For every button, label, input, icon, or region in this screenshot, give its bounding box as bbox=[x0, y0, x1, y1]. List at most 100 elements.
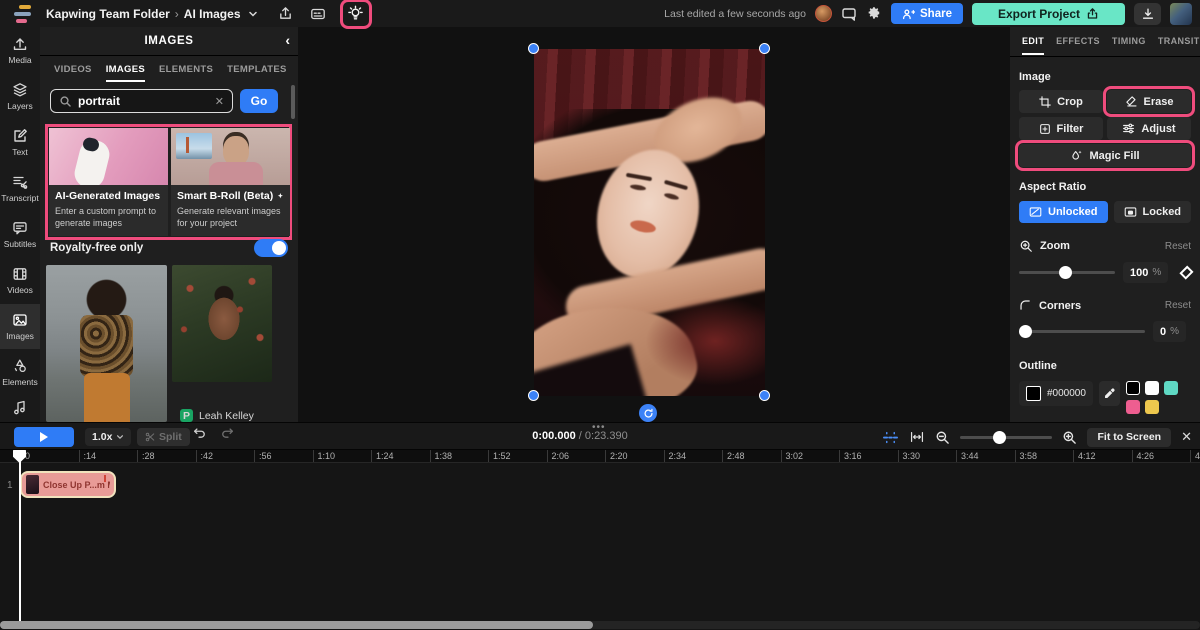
playback-speed-dropdown[interactable]: 1.0x bbox=[85, 428, 131, 446]
rotate-handle[interactable] bbox=[639, 404, 657, 422]
image-attribution: P Leah Kelley bbox=[180, 409, 254, 422]
magic-fill-button[interactable]: Magic Fill bbox=[1019, 144, 1191, 167]
clear-search-icon[interactable]: ✕ bbox=[215, 95, 224, 108]
comment-icon[interactable] bbox=[841, 6, 857, 22]
fit-to-screen-button[interactable]: Fit to Screen bbox=[1087, 428, 1171, 447]
timeline-zoom-knob[interactable] bbox=[993, 431, 1006, 444]
zoom-slider-knob[interactable] bbox=[1059, 266, 1072, 279]
captions-icon[interactable] bbox=[306, 3, 330, 25]
zoom-reset[interactable]: Reset bbox=[1165, 241, 1191, 252]
color-swatch[interactable] bbox=[1164, 381, 1178, 395]
sidebar-item-layers[interactable]: Layers bbox=[0, 74, 40, 119]
timeline-zoom-slider[interactable] bbox=[960, 436, 1052, 439]
user-avatar[interactable] bbox=[1170, 3, 1192, 25]
transcript-icon bbox=[12, 174, 28, 190]
crop-button[interactable]: Crop bbox=[1019, 90, 1103, 113]
settings-gear-icon[interactable] bbox=[866, 6, 882, 22]
erase-button[interactable]: Erase bbox=[1107, 90, 1191, 113]
sidebar-item-subtitles[interactable]: Subtitles bbox=[0, 212, 40, 257]
color-swatch[interactable] bbox=[1145, 381, 1159, 395]
selection-handle-top-left[interactable] bbox=[528, 43, 539, 54]
snapping-icon[interactable] bbox=[882, 430, 899, 445]
eyedropper-icon[interactable] bbox=[1099, 381, 1120, 406]
sidebar-item-images[interactable]: Images bbox=[0, 304, 40, 349]
breadcrumb-project[interactable]: AI Images bbox=[184, 7, 241, 21]
search-box[interactable]: ✕ bbox=[50, 89, 233, 113]
top-bar: Kapwing Team Folder › AI Images Last edi… bbox=[0, 0, 1200, 27]
export-project-button[interactable]: Export Project bbox=[972, 3, 1125, 25]
collapse-panel-icon[interactable]: ‹ bbox=[285, 32, 290, 48]
canvas-image[interactable] bbox=[534, 49, 765, 396]
tab-templates[interactable]: TEMPLATES bbox=[227, 58, 287, 82]
tab-effects[interactable]: EFFECTS bbox=[1056, 28, 1100, 55]
zoom-in-icon[interactable] bbox=[1062, 430, 1077, 445]
royalty-free-toggle[interactable] bbox=[254, 239, 288, 257]
share-button[interactable]: Share bbox=[891, 3, 963, 24]
smart-broll-card[interactable]: Smart B-Roll (Beta) Generate relevant im… bbox=[171, 128, 290, 236]
panel-scrollbar[interactable] bbox=[291, 85, 295, 119]
selection-handle-bottom-left[interactable] bbox=[528, 390, 539, 401]
diamond-icon[interactable] bbox=[1180, 266, 1194, 280]
selection-handle-top-right[interactable] bbox=[759, 43, 770, 54]
corners-slider[interactable] bbox=[1019, 330, 1145, 333]
undo-button[interactable] bbox=[192, 426, 207, 440]
lightbulb-icon[interactable] bbox=[344, 3, 368, 25]
pexels-badge: P bbox=[180, 409, 193, 422]
color-swatch[interactable] bbox=[1145, 400, 1159, 414]
outline-color-picker[interactable]: #000000 bbox=[1019, 381, 1093, 406]
zoom-unit: % bbox=[1152, 267, 1161, 278]
locked-button[interactable]: Locked bbox=[1114, 201, 1192, 223]
close-timeline-icon[interactable]: ✕ bbox=[1181, 429, 1192, 445]
sidebar-item-transcript[interactable]: Transcript bbox=[0, 166, 40, 211]
tab-images[interactable]: IMAGES bbox=[106, 58, 145, 82]
tab-edit[interactable]: EDIT bbox=[1022, 28, 1044, 55]
zoom-label: Zoom bbox=[1040, 240, 1070, 252]
adjust-button[interactable]: Adjust bbox=[1107, 117, 1191, 140]
timeline[interactable]: 0:14:28:42:561:101:241:381:522:062:202:3… bbox=[0, 450, 1200, 630]
corners-value-box[interactable]: 0 % bbox=[1153, 321, 1186, 342]
sidebar-item-text[interactable]: Text bbox=[0, 120, 40, 165]
breadcrumb[interactable]: Kapwing Team Folder › AI Images bbox=[46, 7, 258, 21]
stock-image-result-1[interactable] bbox=[46, 265, 167, 422]
upload-icon[interactable] bbox=[274, 3, 298, 25]
broll-card-desc: Generate relevant images for your projec… bbox=[177, 206, 284, 229]
timeline-scrollbar-thumb[interactable] bbox=[0, 621, 593, 629]
split-button[interactable]: Split bbox=[137, 428, 190, 446]
sidebar-item-media[interactable]: Media bbox=[0, 28, 40, 73]
zoom-slider[interactable] bbox=[1019, 271, 1115, 274]
tab-timing[interactable]: TIMING bbox=[1112, 28, 1146, 55]
timeline-clip[interactable]: Close Up P...m Mak bbox=[20, 471, 116, 498]
sidebar-item-audio[interactable] bbox=[0, 396, 40, 418]
zoom-out-icon[interactable] bbox=[935, 430, 950, 445]
attribution-name[interactable]: Leah Kelley bbox=[199, 410, 254, 422]
sidebar-item-videos[interactable]: Videos bbox=[0, 258, 40, 303]
image-section-label: Image bbox=[1019, 71, 1191, 83]
stock-image-result-2[interactable] bbox=[172, 265, 272, 382]
sidebar-item-elements[interactable]: Elements bbox=[0, 350, 40, 395]
search-input[interactable] bbox=[78, 94, 209, 108]
breadcrumb-folder[interactable]: Kapwing Team Folder bbox=[46, 7, 170, 21]
redo-button[interactable] bbox=[220, 426, 235, 440]
color-swatch[interactable] bbox=[1126, 381, 1140, 395]
play-button[interactable] bbox=[14, 427, 74, 447]
editor-canvas[interactable] bbox=[298, 27, 1010, 422]
collaborator-avatar[interactable] bbox=[815, 5, 832, 22]
color-swatch[interactable] bbox=[1126, 400, 1140, 414]
search-row: ✕ Go bbox=[50, 89, 278, 113]
corners-slider-knob[interactable] bbox=[1019, 325, 1032, 338]
unlocked-button[interactable]: Unlocked bbox=[1019, 201, 1108, 223]
filter-button[interactable]: Filter bbox=[1019, 117, 1103, 140]
zoom-value-box[interactable]: 100 % bbox=[1123, 262, 1168, 283]
tab-videos[interactable]: VIDEOS bbox=[54, 58, 92, 82]
timeline-ruler[interactable]: 0:14:28:42:561:101:241:381:522:062:202:3… bbox=[0, 450, 1200, 463]
go-button[interactable]: Go bbox=[240, 89, 278, 113]
tab-elements[interactable]: ELEMENTS bbox=[159, 58, 213, 82]
selection-handle-bottom-right[interactable] bbox=[759, 390, 770, 401]
download-button[interactable] bbox=[1134, 3, 1161, 25]
fit-timeline-icon[interactable] bbox=[909, 430, 925, 444]
kapwing-logo[interactable] bbox=[12, 4, 36, 24]
ai-generated-images-card[interactable]: AI-Generated Images Enter a custom promp… bbox=[49, 128, 168, 236]
chevron-down-icon bbox=[248, 9, 258, 19]
corners-reset[interactable]: Reset bbox=[1165, 300, 1191, 311]
tab-transitions[interactable]: TRANSITIONS bbox=[1158, 28, 1200, 55]
